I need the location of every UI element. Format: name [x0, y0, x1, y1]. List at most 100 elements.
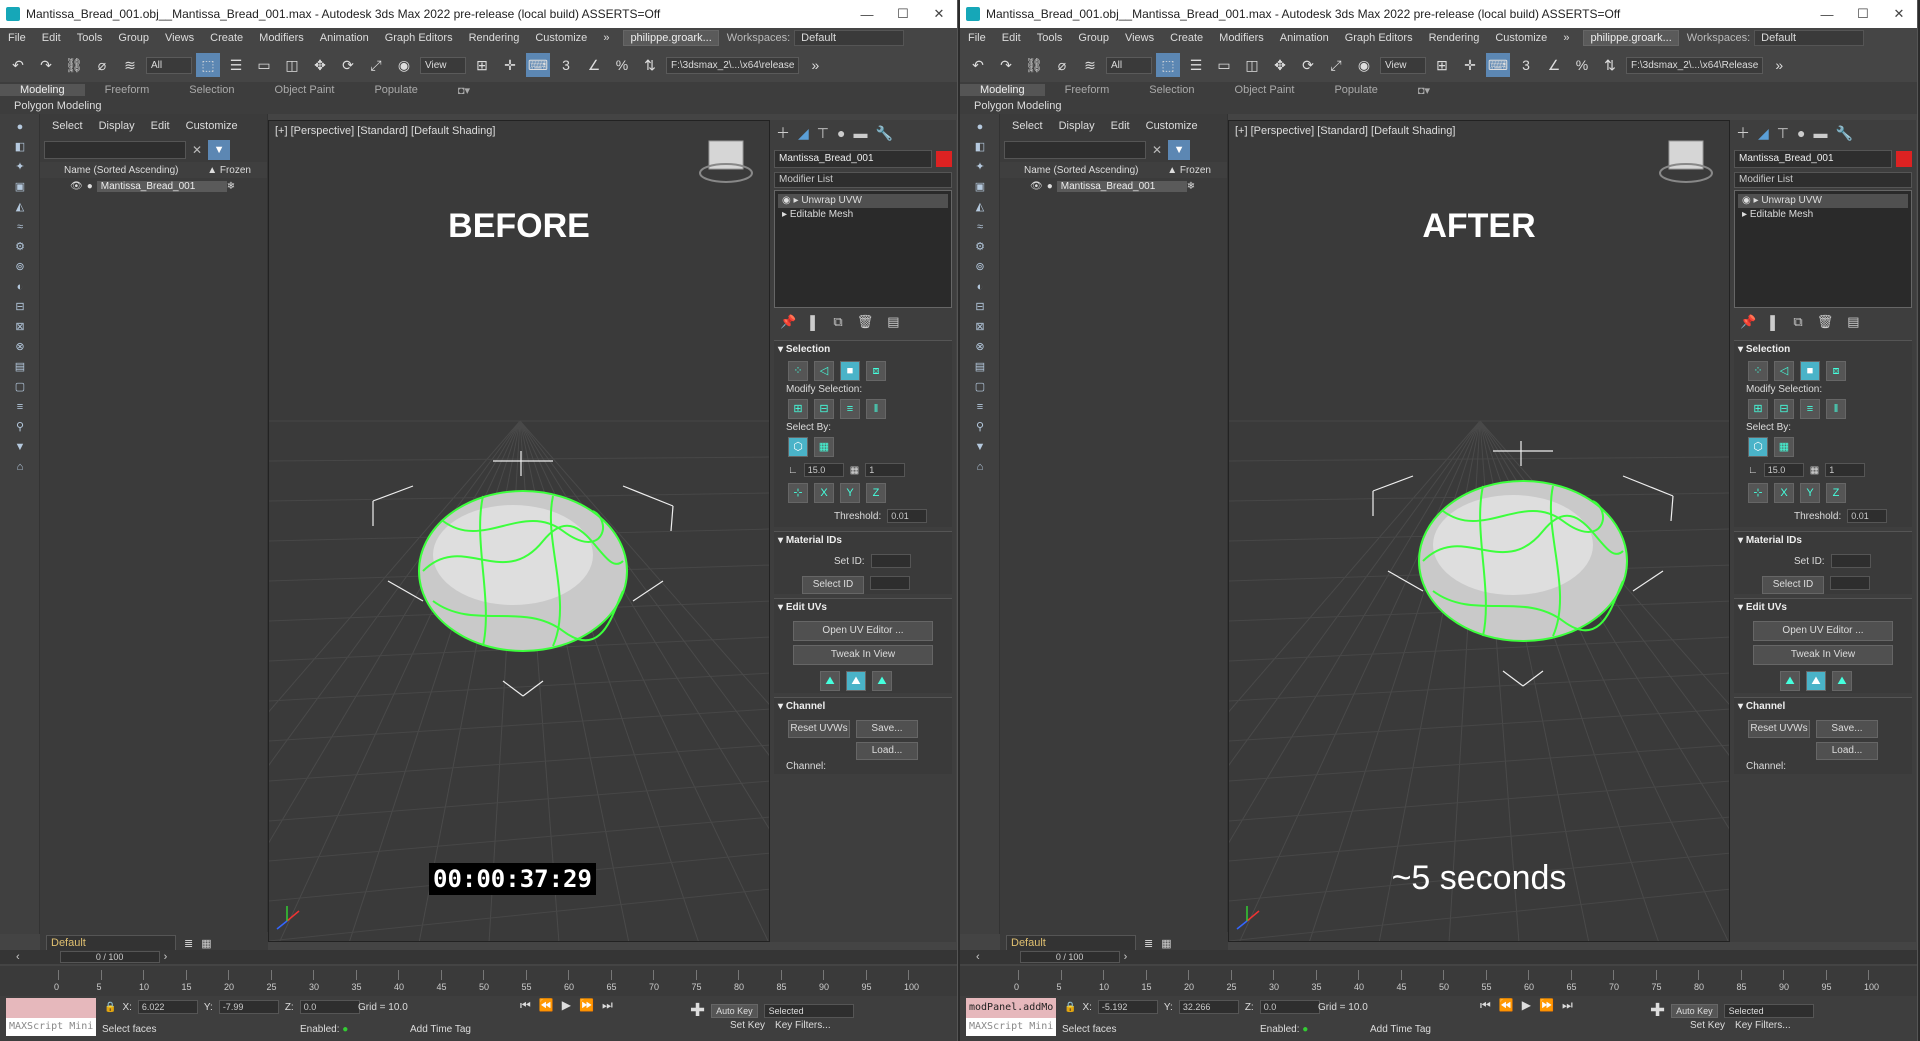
- set-id-spinner[interactable]: [1830, 554, 1871, 568]
- menu-tools[interactable]: Tools: [1029, 32, 1071, 44]
- x-coordinate-field[interactable]: 6.022: [137, 1000, 198, 1014]
- ribbon-tab-selection[interactable]: Selection: [1129, 84, 1214, 96]
- hierarchy-tab-icon[interactable]: ⊤: [817, 125, 829, 142]
- reference-coord-dropdown[interactable]: View: [1380, 56, 1426, 74]
- menu-file[interactable]: File: [960, 32, 994, 44]
- menu-animation[interactable]: Animation: [1272, 32, 1337, 44]
- scene-tab-edit[interactable]: Edit: [151, 120, 170, 132]
- create-shape-icon[interactable]: ◧: [11, 140, 29, 154]
- percent-snap-icon[interactable]: %: [610, 53, 634, 77]
- maxscript-listener-input[interactable]: modPanel.addMo: [966, 998, 1056, 1018]
- frame-counter[interactable]: 0 / 100: [59, 951, 160, 963]
- stack-item-editable-mesh[interactable]: ▸ Editable Mesh: [1738, 208, 1908, 222]
- select-by-element-icon[interactable]: ⬡: [788, 437, 808, 457]
- ring-selection-icon[interactable]: ≡: [1800, 399, 1820, 419]
- move-icon[interactable]: ✥: [308, 53, 332, 77]
- account-dropdown[interactable]: philippe.groark...: [1583, 30, 1679, 46]
- maximize-icon[interactable]: ☐: [885, 6, 921, 22]
- scene-tab-select[interactable]: Select: [52, 120, 83, 132]
- create-geometry-icon[interactable]: ●: [11, 120, 29, 134]
- object-name-field[interactable]: Mantissa_Bread_001: [1734, 150, 1892, 168]
- bone-icon[interactable]: ⊚: [11, 260, 29, 274]
- frozen-column-header[interactable]: ▲ Frozen: [1167, 165, 1211, 176]
- layer-dropdown[interactable]: Default: [46, 935, 176, 951]
- snaps-icon[interactable]: 3: [554, 53, 578, 77]
- funnel-icon[interactable]: ▼: [971, 440, 989, 454]
- modifier-list-dropdown[interactable]: Modifier List: [1734, 172, 1912, 188]
- link-icon[interactable]: ⛓: [62, 53, 86, 77]
- clear-search-icon[interactable]: ✕: [192, 143, 202, 157]
- clear-search-icon[interactable]: ✕: [1152, 143, 1162, 157]
- y-coordinate-field[interactable]: 32.266: [1178, 1000, 1239, 1014]
- account-dropdown[interactable]: philippe.groark...: [623, 30, 719, 46]
- z-axis-icon[interactable]: Z: [1826, 483, 1846, 503]
- polygon-modeling-label[interactable]: Polygon Modeling: [960, 98, 1917, 114]
- systems-icon[interactable]: ⚙: [971, 240, 989, 254]
- time-prev-icon[interactable]: ‹: [16, 951, 20, 963]
- show-end-result-icon[interactable]: ▌: [810, 315, 819, 330]
- create-helper-icon[interactable]: ◭: [971, 200, 989, 214]
- channel-header[interactable]: ▾ Channel: [1734, 698, 1912, 716]
- menu-graph-editors[interactable]: Graph Editors: [377, 32, 461, 44]
- edit-uvs-header[interactable]: ▾ Edit UVs: [774, 599, 952, 617]
- scene-list-item[interactable]: 👁 ● Mantissa_Bread_001 ❄: [1000, 178, 1227, 194]
- rect-selection-icon[interactable]: ▭: [252, 53, 276, 77]
- list-icon[interactable]: ≡: [971, 400, 989, 414]
- select-by-grid-icon[interactable]: ▦: [814, 437, 834, 457]
- unlink-icon[interactable]: ⌀: [1050, 53, 1074, 77]
- menu-overflow-icon[interactable]: »: [1555, 32, 1577, 44]
- create-tab-icon[interactable]: ＋: [776, 123, 790, 143]
- count-spinner[interactable]: 1: [865, 463, 906, 477]
- create-geometry-icon[interactable]: ●: [971, 120, 989, 134]
- ribbon-tab-object-paint[interactable]: Object Paint: [1215, 84, 1315, 96]
- systems-icon[interactable]: ⚙: [11, 240, 29, 254]
- scene-search-input[interactable]: [1004, 141, 1146, 159]
- scene-list-item[interactable]: 👁 ● Mantissa_Bread_001 ❄: [40, 178, 267, 194]
- hierarchy-tab-icon[interactable]: ⊤: [1777, 125, 1789, 142]
- key-mode-dropdown[interactable]: Selected: [1723, 1003, 1814, 1018]
- remove-modifier-icon[interactable]: 🗑: [857, 314, 874, 330]
- utilities-tab-icon[interactable]: 🔧: [875, 125, 892, 142]
- edit-uvs-header[interactable]: ▾ Edit UVs: [1734, 599, 1912, 617]
- ribbon-tab-freeform[interactable]: Freeform: [1045, 84, 1130, 96]
- element-mode-icon[interactable]: ⧈: [866, 361, 886, 381]
- list-icon[interactable]: ≡: [11, 400, 29, 414]
- select-object-icon[interactable]: ⬚: [1156, 53, 1180, 77]
- display-icon[interactable]: ◐: [971, 280, 989, 294]
- filter-icon[interactable]: ⚲: [11, 420, 29, 434]
- time-next-icon[interactable]: ›: [164, 951, 168, 963]
- go-to-start-icon[interactable]: ⏮: [520, 998, 531, 1013]
- modify-tab-icon[interactable]: ◢: [798, 125, 809, 142]
- manipulate-icon[interactable]: ✛: [1458, 53, 1482, 77]
- load-uvws-button[interactable]: Load...: [1816, 742, 1878, 760]
- count-spinner[interactable]: 1: [1825, 463, 1866, 477]
- place-icon[interactable]: ◉: [392, 53, 416, 77]
- make-unique-icon[interactable]: ⧉: [833, 314, 842, 330]
- scene-tab-customize[interactable]: Customize: [186, 120, 238, 132]
- motion-icon[interactable]: ⊠: [971, 320, 989, 334]
- snaps-icon[interactable]: 3: [1514, 53, 1538, 77]
- layer-manager-icon[interactable]: ▦: [201, 937, 211, 950]
- ribbon-tab-selection[interactable]: Selection: [169, 84, 254, 96]
- select-id-spinner[interactable]: [870, 576, 910, 590]
- menu-rendering[interactable]: Rendering: [461, 32, 528, 44]
- window-crossing-icon[interactable]: ◫: [280, 53, 304, 77]
- name-column-header[interactable]: Name (Sorted Ascending): [1024, 165, 1139, 176]
- show-end-result-icon[interactable]: ▌: [1770, 315, 1779, 330]
- polygon-mode-icon[interactable]: ■: [1800, 361, 1820, 381]
- shrink-selection-icon[interactable]: ⊟: [814, 399, 834, 419]
- play-icon[interactable]: ▶: [1522, 998, 1531, 1013]
- z-axis-icon[interactable]: Z: [866, 483, 886, 503]
- utilities-icon[interactable]: ⊗: [11, 340, 29, 354]
- space-warp-icon[interactable]: ≈: [11, 220, 29, 234]
- menu-file[interactable]: File: [0, 32, 34, 44]
- pin-stack-icon[interactable]: 📌: [1740, 314, 1756, 330]
- quick-peel-icon[interactable]: ⛰: [1832, 671, 1852, 691]
- edge-mode-icon[interactable]: ◁: [814, 361, 834, 381]
- project-path-dropdown[interactable]: F:\3dsmax_2\...\x64\Release: [1626, 56, 1764, 74]
- stack-item-unwrap-uvw[interactable]: ◉ ▸ Unwrap UVW: [778, 194, 948, 208]
- folder-icon[interactable]: ⌂: [11, 460, 29, 474]
- select-id-button[interactable]: Select ID: [802, 576, 864, 594]
- freeze-snowflake-icon[interactable]: ❄: [227, 181, 235, 192]
- filter-icon[interactable]: ⚲: [971, 420, 989, 434]
